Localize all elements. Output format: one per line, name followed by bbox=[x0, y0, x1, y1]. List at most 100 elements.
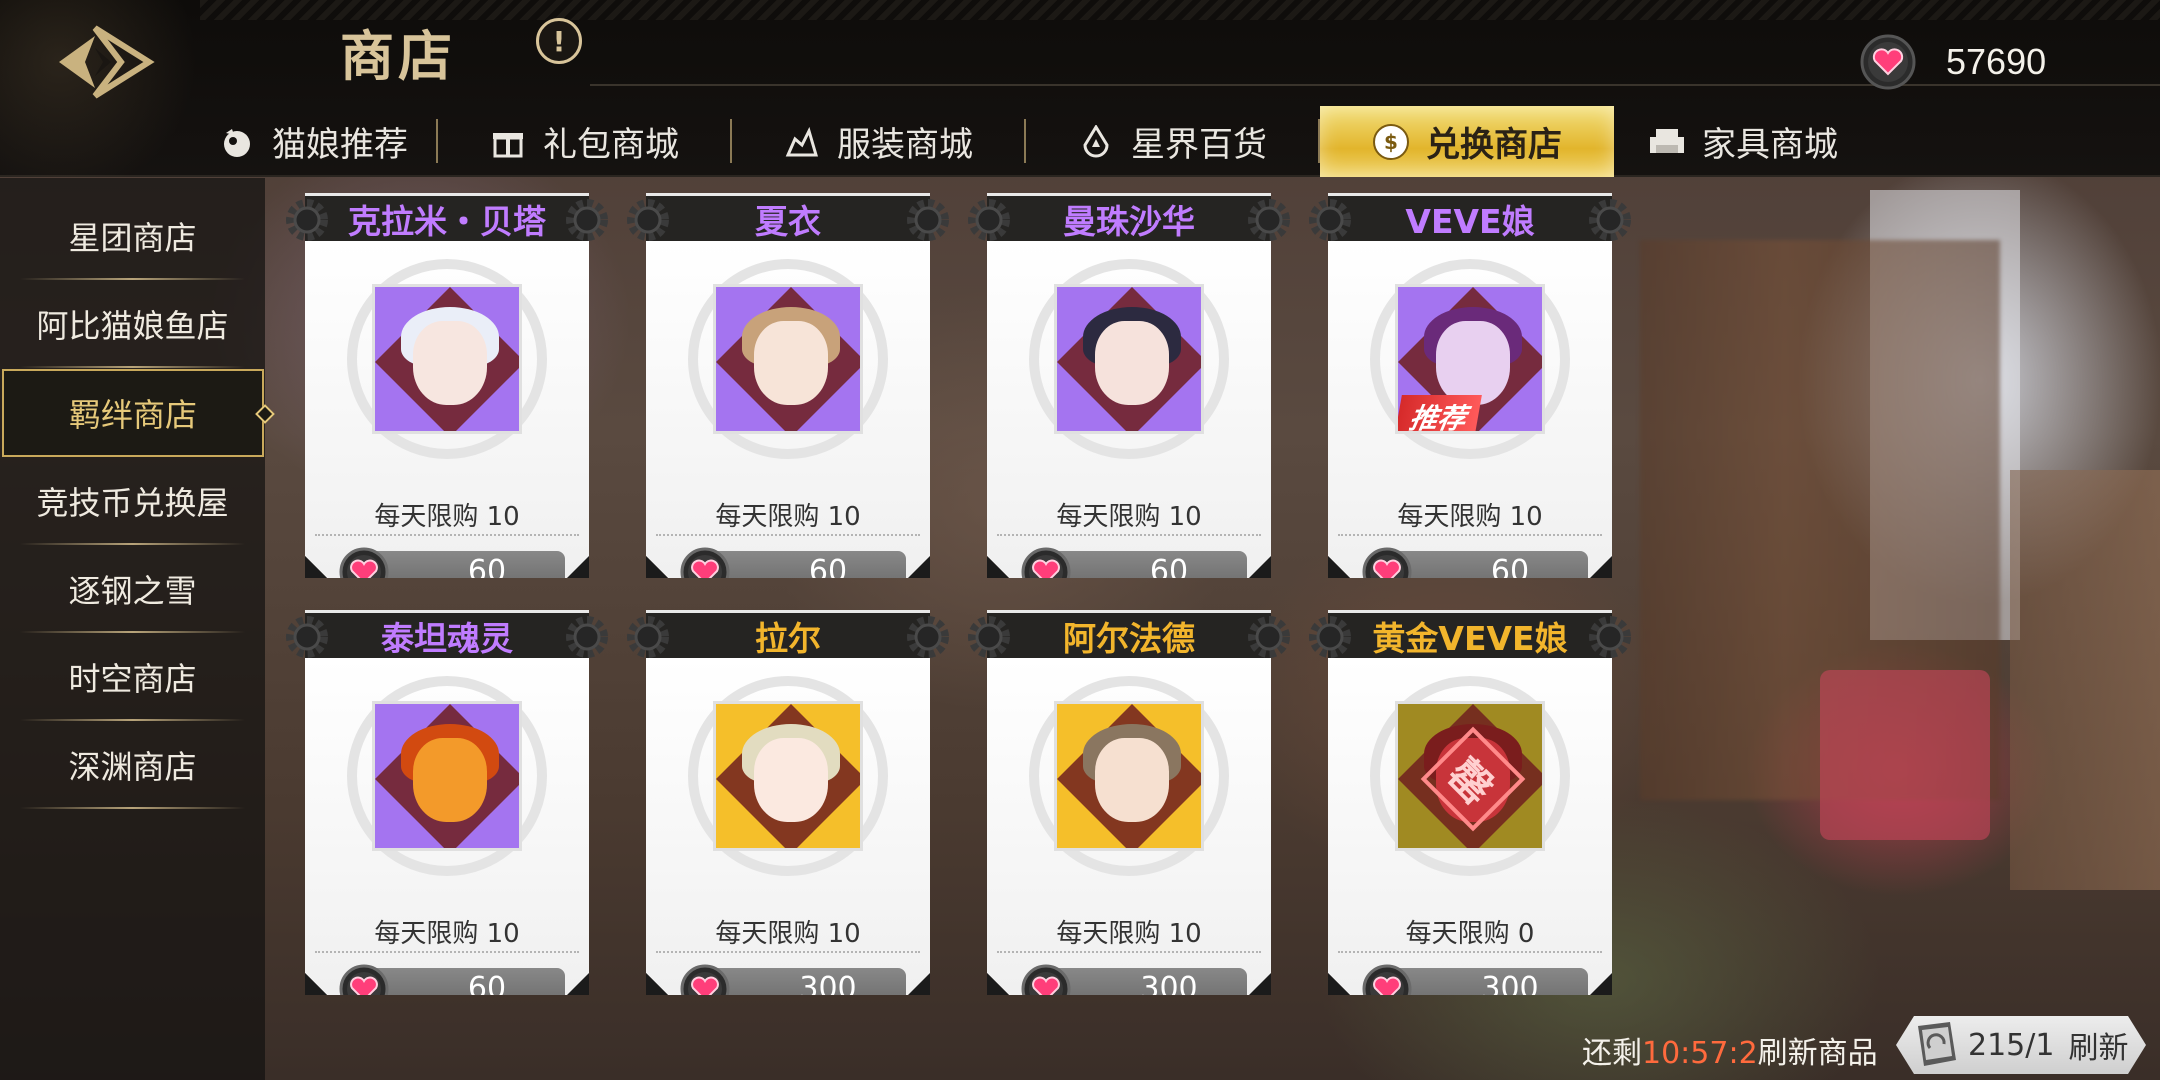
item-name: 夏衣 bbox=[755, 201, 821, 241]
purchase-limit: 每天限购 10 bbox=[715, 502, 861, 532]
svg-text:$: $ bbox=[1384, 130, 1398, 154]
card-corner bbox=[305, 973, 327, 995]
item-portrait: 罄 bbox=[1395, 701, 1545, 851]
sidebar-item-label: 深渊商店 bbox=[68, 748, 197, 786]
gear-icon bbox=[1584, 611, 1636, 663]
header-stripe bbox=[200, 0, 2160, 20]
sidebar-item-label: 阿比猫娘鱼店 bbox=[36, 307, 229, 345]
sidebar-item-spacetime-store[interactable]: 时空商店 bbox=[0, 633, 265, 721]
back-button[interactable] bbox=[30, 12, 170, 112]
card-body: 每天限购 10 60 bbox=[305, 658, 589, 995]
gear-icon bbox=[1304, 194, 1356, 246]
portrait-face bbox=[413, 321, 487, 405]
tab-gift-mall[interactable]: 礼包商城 bbox=[438, 106, 730, 177]
cat-bell-icon bbox=[218, 123, 256, 161]
item-name: 曼珠沙华 bbox=[1063, 201, 1195, 241]
gear-icon bbox=[1584, 194, 1636, 246]
sidebar-item-arena-coin-exchange[interactable]: 竞技币兑换屋 bbox=[0, 457, 265, 545]
limit-divider bbox=[656, 534, 920, 536]
page-title: 商店 bbox=[340, 24, 456, 88]
tab-outfit-mall[interactable]: 服装商城 bbox=[732, 106, 1024, 177]
recommend-badge: 推荐 bbox=[1395, 395, 1482, 434]
gear-icon bbox=[281, 611, 333, 663]
tab-label: 星界百货 bbox=[1131, 125, 1267, 165]
item-name: 拉尔 bbox=[755, 618, 821, 658]
tab-label: 礼包商城 bbox=[543, 125, 679, 165]
gear-icon bbox=[963, 611, 1015, 663]
star-drop-icon bbox=[1077, 123, 1115, 161]
item-portrait bbox=[713, 701, 863, 851]
gear-icon bbox=[561, 194, 613, 246]
refresh-count: 215/1 bbox=[1968, 1027, 2055, 1063]
tab-cat-recommend[interactable]: 猫娘推荐 bbox=[190, 106, 436, 177]
item-card[interactable]: 每天限购 10 300 拉尔 bbox=[627, 610, 949, 995]
tab-furniture-mall[interactable]: 家具商城 bbox=[1614, 106, 1872, 177]
item-name: 克拉米・贝塔 bbox=[348, 201, 546, 241]
limit-divider bbox=[997, 534, 1261, 536]
gear-icon bbox=[281, 194, 333, 246]
sidebar-item-abi-fish-store[interactable]: 阿比猫娘鱼店 bbox=[0, 280, 265, 368]
store-sidebar: 星团商店 阿比猫娘鱼店 羁绊商店 竞技币兑换屋 逐钢之雪 时空商店 深渊商店 bbox=[0, 178, 275, 1080]
card-corner bbox=[646, 556, 668, 578]
item-name-bar: VEVE娘 bbox=[1309, 193, 1631, 241]
gear-icon bbox=[1243, 611, 1295, 663]
item-card[interactable]: 每天限购 10 60 夏衣 bbox=[627, 193, 949, 578]
tab-exchange-store[interactable]: $ 兑换商店 bbox=[1320, 106, 1614, 177]
outfit-icon bbox=[783, 123, 821, 161]
tab-astral-store[interactable]: 星界百货 bbox=[1026, 106, 1318, 177]
heart-coin-icon bbox=[1860, 34, 1916, 90]
card-body: 推荐 每天限购 10 60 bbox=[1328, 241, 1612, 578]
card-corner bbox=[1249, 556, 1271, 578]
sidebar-item-star-group-store[interactable]: 星团商店 bbox=[0, 192, 265, 280]
item-portrait bbox=[713, 284, 863, 434]
item-portrait bbox=[1054, 701, 1204, 851]
card-corner bbox=[1590, 973, 1612, 995]
card-corner bbox=[1328, 973, 1350, 995]
item-portrait bbox=[372, 284, 522, 434]
card-corner bbox=[987, 556, 1009, 578]
gear-icon bbox=[622, 611, 674, 663]
item-name-bar: 拉尔 bbox=[627, 610, 949, 658]
item-card[interactable]: 罄 每天限购 0 300 黄金VEVE娘 bbox=[1309, 610, 1631, 995]
item-name-bar: 阿尔法德 bbox=[968, 610, 1290, 658]
item-name: 阿尔法德 bbox=[1063, 618, 1195, 658]
card-body: 每天限购 10 60 bbox=[305, 241, 589, 578]
item-card[interactable]: 推荐 每天限购 10 60 VEVE娘 bbox=[1309, 193, 1631, 578]
sidebar-item-label: 时空商店 bbox=[68, 660, 197, 698]
gear-icon bbox=[963, 194, 1015, 246]
limit-divider bbox=[315, 534, 579, 536]
refresh-prefix: 还剩 bbox=[1582, 1036, 1642, 1071]
item-name-bar: 黄金VEVE娘 bbox=[1309, 610, 1631, 658]
sidebar-item-steel-snow[interactable]: 逐钢之雪 bbox=[0, 545, 265, 633]
item-card[interactable]: 每天限购 10 60 泰坦魂灵 bbox=[286, 610, 608, 995]
card-body: 罄 每天限购 0 300 bbox=[1328, 658, 1612, 995]
item-portrait: 推荐 bbox=[1395, 284, 1545, 434]
sidebar-item-label: 星团商店 bbox=[68, 219, 197, 257]
sidebar-item-label: 逐钢之雪 bbox=[68, 572, 197, 610]
gift-icon bbox=[489, 123, 527, 161]
purchase-limit: 每天限购 10 bbox=[1397, 502, 1543, 532]
limit-divider bbox=[1338, 534, 1602, 536]
refresh-timer: 10:57:2 bbox=[1642, 1036, 1758, 1071]
item-card[interactable]: 每天限购 10 60 曼珠沙华 bbox=[968, 193, 1290, 578]
gear-icon bbox=[1243, 194, 1295, 246]
back-arrow-icon bbox=[59, 25, 155, 99]
card-corner bbox=[908, 556, 930, 578]
sidebar-item-label: 竞技币兑换屋 bbox=[36, 484, 229, 522]
gear-icon bbox=[622, 194, 674, 246]
info-button[interactable]: ! bbox=[536, 18, 582, 64]
card-corner bbox=[1328, 556, 1350, 578]
portrait-face bbox=[754, 738, 828, 822]
sidebar-item-abyss-store[interactable]: 深渊商店 bbox=[0, 721, 265, 809]
portrait-face bbox=[754, 321, 828, 405]
item-name: VEVE娘 bbox=[1405, 201, 1535, 241]
item-portrait bbox=[372, 701, 522, 851]
purchase-limit: 每天限购 10 bbox=[374, 502, 520, 532]
item-card[interactable]: 每天限购 10 60 克拉米・贝塔 bbox=[286, 193, 608, 578]
portrait-face bbox=[1436, 321, 1510, 405]
card-body: 每天限购 10 300 bbox=[987, 658, 1271, 995]
item-card[interactable]: 每天限购 10 300 阿尔法德 bbox=[968, 610, 1290, 995]
sidebar-item-bond-store[interactable]: 羁绊商店 bbox=[2, 369, 275, 457]
refresh-button[interactable]: 215/1 刷新 bbox=[1896, 1016, 2146, 1074]
refresh-ticket-icon bbox=[1910, 1020, 1964, 1070]
